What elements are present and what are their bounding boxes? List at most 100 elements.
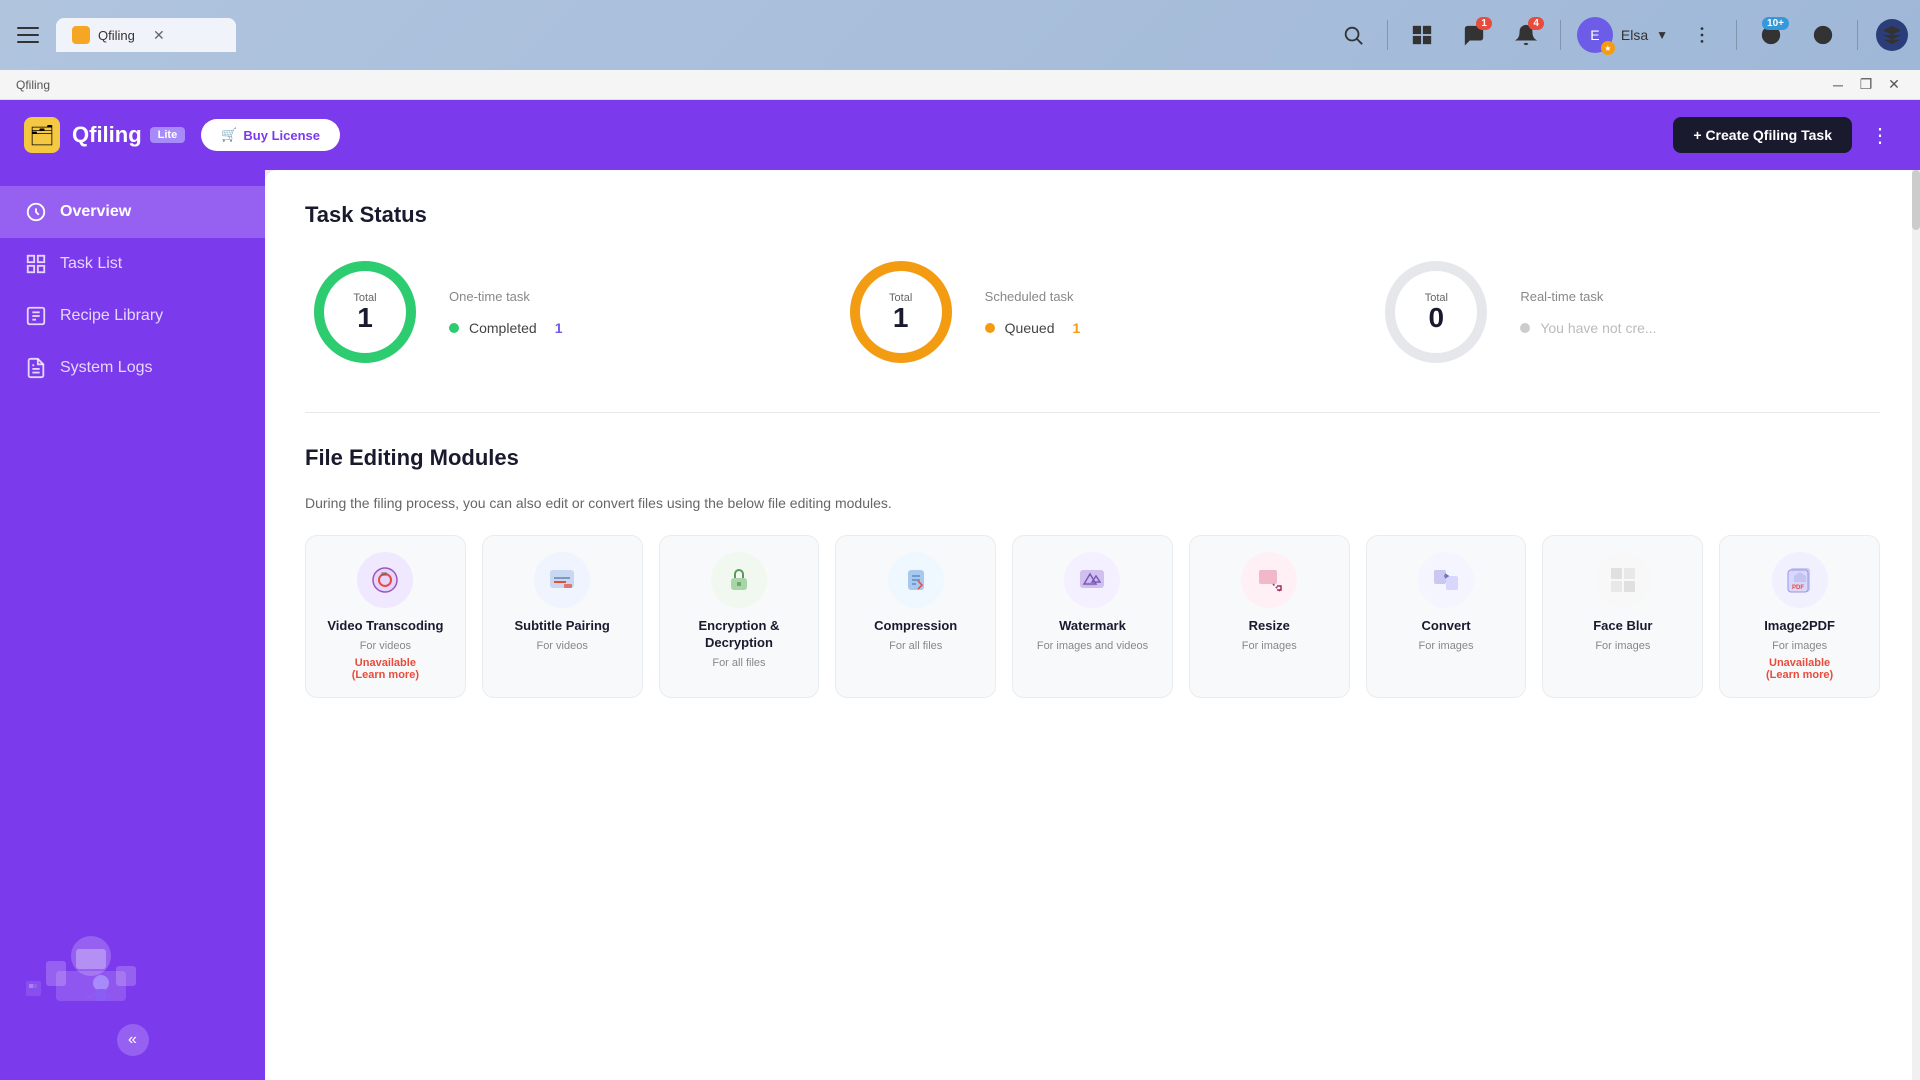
no-tasks-label: You have not cre... [1540, 320, 1656, 336]
scheduled-label: Scheduled task [985, 289, 1081, 304]
one-time-stats: One-time task Completed 1 [449, 289, 563, 336]
app-icon-button[interactable] [1874, 17, 1910, 53]
overview-icon [24, 200, 48, 224]
realtime-task-card: Total 0 Real-time task You have not cre.… [1376, 252, 1880, 372]
tab-bar: Qfiling ✕ [56, 18, 1335, 52]
one-time-label: One-time task [449, 289, 563, 304]
user-name: Elsa [1621, 27, 1648, 43]
one-time-total: 1 [353, 304, 376, 332]
avatar: E ★ [1577, 17, 1613, 53]
app-name: Qfiling [72, 122, 142, 148]
watermark-icon: WM [1064, 552, 1120, 608]
scheduled-task-card: Total 1 Scheduled task Queued 1 [841, 252, 1345, 372]
module-resize[interactable]: Resize For images [1189, 535, 1350, 698]
collapse-button[interactable]: « [117, 1024, 149, 1056]
image2pdf-unavailable: Unavailable(Learn more) [1766, 657, 1833, 681]
sidebar-illustration [16, 911, 166, 1011]
realtime-donut: Total 0 [1376, 252, 1496, 372]
divider3 [1736, 20, 1737, 50]
app-logo: 🗂 [24, 117, 60, 153]
buy-license-button[interactable]: 🛒 Buy License [201, 119, 340, 151]
close-button[interactable]: ✕ [1884, 75, 1904, 95]
realtime-label: Real-time task [1520, 289, 1656, 304]
image2pdf-name: Image2PDF [1764, 618, 1835, 635]
active-tab[interactable]: Qfiling ✕ [56, 18, 236, 52]
sidebar-bottom: « [0, 895, 265, 1080]
svg-text:PDF: PDF [1792, 585, 1804, 591]
browser-chrome: Qfiling ✕ 1 4 E ★ Elsa ▼ [0, 0, 1920, 70]
online-indicator-button[interactable]: 10+ [1753, 17, 1789, 53]
sidebar: Overview Task List Recipe Library System… [0, 170, 265, 1080]
window-controls: ─ ❐ ✕ [1828, 75, 1904, 95]
content-inner: Task Status Total 1 [265, 170, 1920, 730]
browser-menu-button[interactable] [10, 17, 46, 53]
resize-name: Resize [1249, 618, 1290, 635]
tab-favicon [72, 26, 90, 44]
browser-actions: 1 4 E ★ Elsa ▼ 10+ [1335, 17, 1910, 53]
scheduled-total: 1 [889, 304, 912, 332]
sidebar-item-task-list[interactable]: Task List [0, 238, 265, 290]
lite-badge: Lite [150, 127, 186, 143]
module-convert[interactable]: Convert For images [1366, 535, 1527, 698]
header-more-button[interactable]: ⋮ [1864, 119, 1896, 151]
compression-desc: For all files [889, 639, 942, 653]
task-status-grid: Total 1 One-time task Completed 1 [305, 252, 1880, 372]
watermark-desc: For images and videos [1037, 639, 1148, 653]
user-area[interactable]: E ★ Elsa ▼ [1577, 17, 1668, 53]
search-button[interactable] [1335, 17, 1371, 53]
completed-stat: Completed 1 [449, 320, 563, 336]
encryption-icon [711, 552, 767, 608]
image2pdf-desc: For images [1772, 639, 1827, 653]
scrollbar-track[interactable] [1912, 170, 1920, 1080]
section-divider [305, 412, 1880, 413]
module-face-blur[interactable]: Face Blur For images [1542, 535, 1703, 698]
app-header: 🗂 Qfiling Lite 🛒 Buy License + Create Qf… [0, 100, 1920, 170]
sidebar-item-system-logs[interactable]: System Logs [0, 342, 265, 394]
module-watermark[interactable]: WM Watermark For images and videos [1012, 535, 1173, 698]
convert-name: Convert [1421, 618, 1470, 635]
tab-close-button[interactable]: ✕ [151, 27, 167, 43]
video-transcoding-unavailable: Unavailable(Learn more) [352, 657, 419, 681]
queued-stat: Queued 1 [985, 320, 1081, 336]
module-image2pdf[interactable]: PDF Image2PDF For images Unavailable(Lea… [1719, 535, 1880, 698]
recipe-library-icon [24, 304, 48, 328]
compression-icon [888, 552, 944, 608]
title-text: Qfiling [16, 78, 50, 92]
more-options-button[interactable] [1684, 17, 1720, 53]
recipe-library-label: Recipe Library [60, 307, 163, 325]
watermark-name: Watermark [1059, 618, 1126, 635]
notifications-badge: 4 [1528, 17, 1544, 30]
notifications-button[interactable]: 4 [1508, 17, 1544, 53]
module-subtitle-pairing[interactable]: Subtitle Pairing For videos [482, 535, 643, 698]
collapse-icon: « [128, 1031, 137, 1049]
face-blur-icon [1595, 552, 1651, 608]
sidebar-item-recipe-library[interactable]: Recipe Library [0, 290, 265, 342]
module-encryption[interactable]: Encryption & Decryption For all files [659, 535, 820, 698]
task-list-icon [24, 252, 48, 276]
scheduled-donut: Total 1 [841, 252, 961, 372]
face-blur-name: Face Blur [1593, 618, 1652, 635]
queued-value: 1 [1072, 320, 1080, 336]
scrollbar-thumb[interactable] [1912, 170, 1920, 230]
no-tasks-stat: You have not cre... [1520, 320, 1656, 336]
completed-value: 1 [555, 320, 563, 336]
completed-dot [449, 323, 459, 333]
face-blur-desc: For images [1595, 639, 1650, 653]
module-video-transcoding[interactable]: Video Transcoding For videos Unavailable… [305, 535, 466, 698]
scheduled-stats: Scheduled task Queued 1 [985, 289, 1081, 336]
convert-desc: For images [1419, 639, 1474, 653]
video-transcoding-name: Video Transcoding [327, 618, 443, 635]
video-transcoding-desc: For videos [360, 639, 411, 653]
module-compression[interactable]: Compression For all files [835, 535, 996, 698]
messages-button[interactable]: 1 [1456, 17, 1492, 53]
realtime-stats: Real-time task You have not cre... [1520, 289, 1656, 336]
subtitle-pairing-desc: For videos [536, 639, 587, 653]
sidebar-item-overview[interactable]: Overview [0, 186, 265, 238]
create-task-button[interactable]: + Create Qfiling Task [1673, 117, 1852, 153]
documents-button[interactable] [1404, 17, 1440, 53]
clock-button[interactable] [1805, 17, 1841, 53]
messages-badge: 1 [1476, 17, 1492, 30]
title-bar: Qfiling ─ ❐ ✕ [0, 70, 1920, 100]
minimize-button[interactable]: ─ [1828, 75, 1848, 95]
restore-button[interactable]: ❐ [1856, 75, 1876, 95]
